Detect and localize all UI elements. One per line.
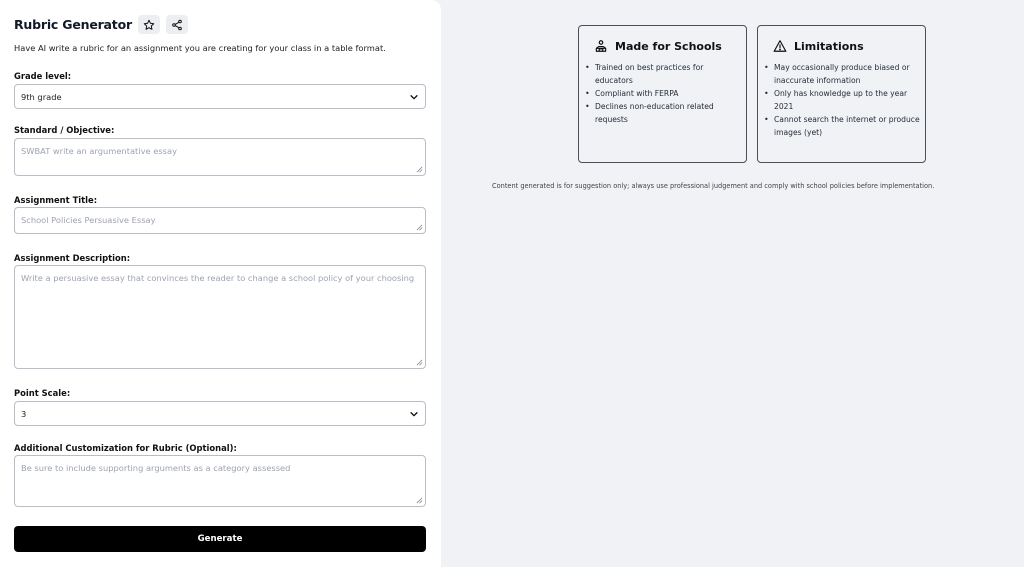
list-item: Cannot search the internet or produce im… <box>764 114 922 140</box>
assignment-title-label: Assignment Title: <box>14 195 98 205</box>
made-for-schools-heading: Made for Schools <box>594 39 722 53</box>
page-subtitle: Have AI write a rubric for an assignment… <box>14 43 386 53</box>
additional-customization-label: Additional Customization for Rubric (Opt… <box>14 443 237 453</box>
list-item: Trained on best practices for educators <box>585 62 743 88</box>
info-panel: Made for Schools Trained on best practic… <box>441 0 1024 567</box>
made-for-schools-card: Made for Schools Trained on best practic… <box>578 25 747 163</box>
school-icon <box>595 40 607 52</box>
limitations-list: May occasionally produce biased or inacc… <box>764 62 922 139</box>
resize-handle-icon[interactable] <box>416 166 423 173</box>
list-item: Declines non-education related requests <box>585 101 743 127</box>
limitations-heading: Limitations <box>773 39 864 53</box>
point-scale-label: Point Scale: <box>14 388 71 398</box>
chevron-down-icon <box>410 412 418 417</box>
disclaimer-text: Content generated is for suggestion only… <box>492 182 935 190</box>
standard-label: Standard / Objective: <box>14 125 115 135</box>
point-scale-value: 3 <box>21 408 27 419</box>
resize-handle-icon[interactable] <box>416 497 423 504</box>
assignment-title-placeholder: School Policies Persuasive Essay <box>21 215 156 225</box>
assignment-description-label: Assignment Description: <box>14 253 131 263</box>
grade-level-value: 9th grade <box>21 91 62 102</box>
point-scale-select[interactable]: 3 <box>14 401 426 426</box>
header: Rubric Generator <box>14 15 188 34</box>
grade-level-select[interactable]: 9th grade <box>14 84 426 109</box>
share-icon <box>172 19 182 30</box>
assignment-description-placeholder: Write a persuasive essay that convinces … <box>21 273 415 283</box>
made-for-schools-list: Trained on best practices for educators … <box>585 62 743 127</box>
favorite-button[interactable] <box>137 15 160 34</box>
share-button[interactable] <box>165 15 188 34</box>
additional-customization-input[interactable]: Be sure to include supporting arguments … <box>14 455 426 507</box>
page-title: Rubric Generator <box>14 17 132 32</box>
additional-customization-placeholder: Be sure to include supporting arguments … <box>21 463 291 473</box>
form-panel: Rubric Generator Have AI write a rubric … <box>0 0 441 567</box>
star-icon <box>143 19 155 30</box>
chevron-down-icon <box>410 95 418 100</box>
grade-level-label: Grade level: <box>14 71 72 81</box>
resize-handle-icon[interactable] <box>416 359 423 366</box>
list-item: May occasionally produce biased or inacc… <box>764 62 922 88</box>
made-for-schools-title: Made for Schools <box>615 39 722 53</box>
limitations-card: Limitations May occasionally produce bia… <box>757 25 926 163</box>
list-item: Only has knowledge up to the year 2021 <box>764 88 922 114</box>
warning-icon <box>773 40 787 52</box>
generate-button[interactable]: Generate <box>14 526 426 552</box>
assignment-description-input[interactable]: Write a persuasive essay that convinces … <box>14 265 426 369</box>
assignment-title-input[interactable]: School Policies Persuasive Essay <box>14 207 426 234</box>
standard-input[interactable]: SWBAT write an argumentative essay <box>14 138 426 176</box>
limitations-title: Limitations <box>794 39 864 53</box>
resize-handle-icon[interactable] <box>416 224 423 231</box>
list-item: Compliant with FERPA <box>585 88 743 101</box>
standard-placeholder: SWBAT write an argumentative essay <box>21 146 177 156</box>
